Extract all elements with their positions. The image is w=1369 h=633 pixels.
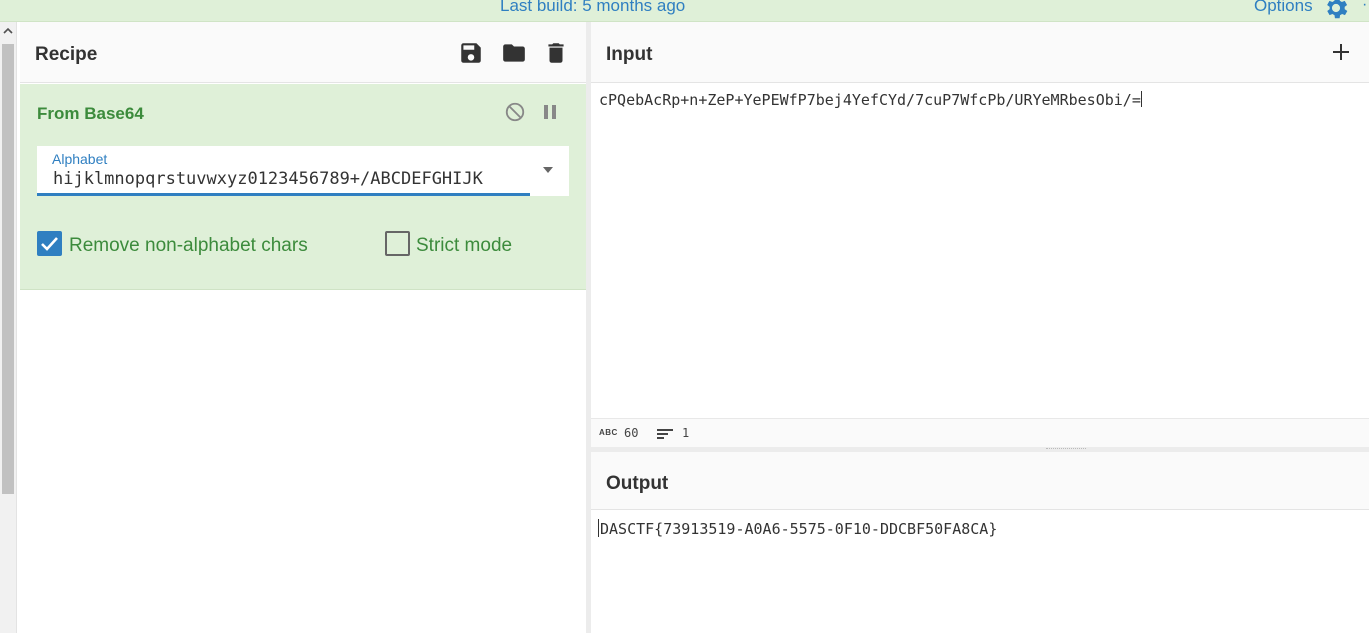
alphabet-underline: [37, 193, 530, 196]
gear-icon[interactable]: [1322, 0, 1350, 22]
disable-icon[interactable]: [504, 101, 526, 123]
input-status-bar: ABC 60 1: [591, 418, 1369, 447]
recipe-header: Recipe: [20, 22, 586, 83]
output-content: DASCTF{73913519-A0A6-5575-0F10-DDCBF50FA…: [600, 520, 998, 538]
input-line-count: 1: [682, 426, 690, 440]
output-header: Output: [591, 452, 1369, 510]
input-header: Input: [591, 22, 1369, 83]
scrollbar-thumb[interactable]: [2, 44, 14, 494]
remove-non-alphabet-label[interactable]: Remove non-alphabet chars: [69, 235, 308, 257]
chevron-down-icon[interactable]: [543, 167, 553, 173]
alphabet-input[interactable]: hijklmnopqrstuvwxyz0123456789+/ABCDEFGHI…: [53, 169, 523, 189]
output-textarea[interactable]: DASCTF{73913519-A0A6-5575-0F10-DDCBF50FA…: [598, 519, 997, 538]
input-title: Input: [606, 44, 653, 65]
operation-title: From Base64: [37, 104, 144, 123]
input-length: 60: [624, 426, 639, 440]
add-tab-icon[interactable]: [1331, 42, 1351, 62]
input-content: cPQebAcRp+n+ZeP+YePEWfP7bej4YefCYd/7cuP7…: [599, 91, 1141, 109]
last-build-text: Last build: 5 months ago: [500, 0, 686, 15]
strict-mode-checkbox[interactable]: [385, 231, 410, 256]
pause-icon[interactable]: [541, 102, 559, 122]
recipe-title: Recipe: [35, 44, 98, 65]
save-icon[interactable]: [458, 40, 484, 66]
options-link[interactable]: Options: [1254, 0, 1313, 16]
alphabet-field[interactable]: Alphabet hijklmnopqrstuvwxyz0123456789+/…: [37, 146, 569, 196]
splitter-grip[interactable]: [1046, 448, 1086, 450]
input-pane: Input cPQebAcRp+n+ZeP+YePEWfP7bej4YefCYd…: [591, 22, 1369, 447]
output-pane: Output DASCTF{73913519-A0A6-5575-0F10-DD…: [591, 452, 1369, 633]
alphabet-label: Alphabet: [52, 151, 108, 167]
recipe-pane: Recipe From Base64 Alphabet hijklmnopqrs…: [20, 22, 586, 633]
overflow-indicator: ·: [1362, 0, 1368, 13]
strict-mode-label[interactable]: Strict mode: [416, 235, 512, 257]
operation-from-base64[interactable]: From Base64 Alphabet hijklmnopqrstuvwxyz…: [20, 84, 586, 290]
abc-icon: ABC: [599, 428, 618, 437]
top-banner: Last build: 5 months ago Options ·: [0, 0, 1369, 22]
remove-non-alphabet-checkbox[interactable]: [37, 231, 62, 256]
folder-icon[interactable]: [501, 40, 527, 66]
input-textarea[interactable]: cPQebAcRp+n+ZeP+YePEWfP7bej4YefCYd/7cuP7…: [599, 91, 1142, 109]
checkmark-icon: [41, 237, 58, 251]
trash-icon[interactable]: [543, 40, 569, 66]
text-cursor: [598, 519, 599, 537]
scroll-up-icon[interactable]: [1, 24, 15, 38]
operations-scrollbar[interactable]: [0, 22, 17, 633]
lines-icon: [657, 429, 673, 439]
text-cursor: [1140, 91, 1142, 107]
output-title: Output: [606, 473, 669, 494]
